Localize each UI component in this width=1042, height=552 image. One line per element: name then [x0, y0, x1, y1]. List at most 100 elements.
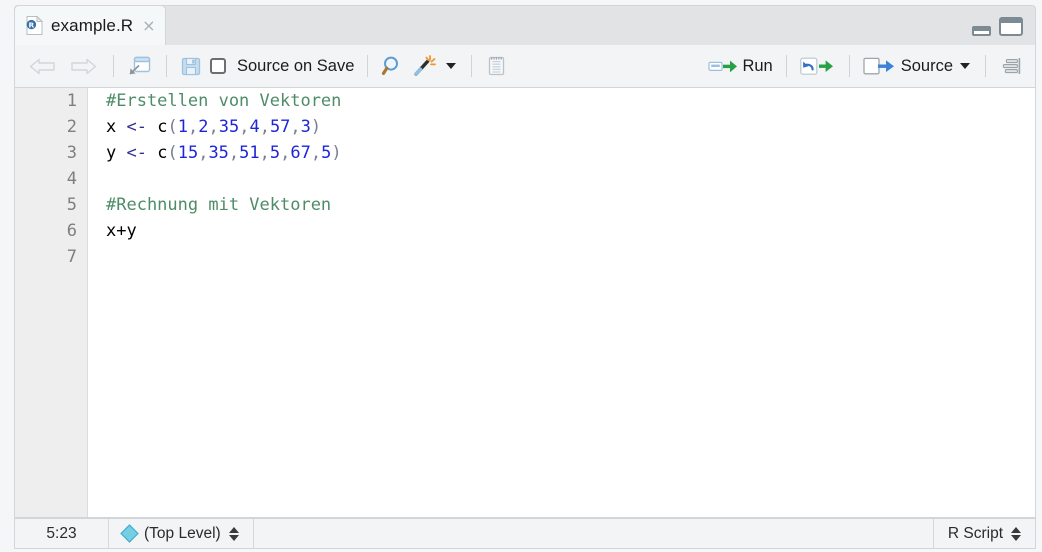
code-line[interactable]: y <- c(15,35,51,5,67,5) — [106, 140, 1035, 166]
toolbar-separator — [471, 55, 473, 77]
up-down-stepper-icon[interactable] — [228, 526, 239, 541]
svg-text:R: R — [29, 21, 35, 30]
source-on-save-label: Source on Save — [237, 56, 355, 75]
code-token-punct: , — [280, 143, 291, 163]
minimize-pane-icon[interactable] — [972, 26, 991, 36]
code-token-num: 15 — [177, 143, 199, 163]
r-script-file-icon: R — [26, 15, 44, 35]
code-token-num: 35 — [208, 143, 229, 163]
run-label: Run — [742, 56, 773, 75]
code-token-punct: , — [259, 117, 270, 137]
editor-tab-bar: R example.R × — [14, 5, 1036, 46]
code-token-num: 2 — [198, 117, 209, 137]
scope-diamond-icon — [120, 524, 139, 543]
rerun-button[interactable] — [796, 53, 840, 79]
document-type-selector[interactable]: R Script — [932, 519, 1035, 548]
code-token-comment: #Rechnung mit Vektoren — [106, 195, 332, 215]
line-number-gutter: 1 2 3 4 5 6 7 — [15, 88, 88, 517]
code-token-num: 35 — [218, 117, 240, 137]
code-token-num: 3 — [300, 117, 311, 137]
back-arrow-icon[interactable] — [24, 54, 62, 79]
code-token-num: 4 — [249, 117, 260, 137]
code-line[interactable]: #Rechnung mit Vektoren — [106, 192, 1035, 218]
toolbar-separator — [166, 55, 167, 77]
code-token-op: <- — [126, 143, 158, 163]
magic-wand-icon[interactable] — [409, 52, 462, 80]
toolbar-right-group: Run Source — [704, 52, 1035, 80]
maximize-pane-icon[interactable] — [999, 17, 1023, 36]
editor-toolbar: Source on Save Run Source — [14, 45, 1036, 88]
magnifier-icon[interactable] — [377, 52, 409, 80]
forward-arrow-icon[interactable] — [64, 54, 102, 79]
save-icon[interactable] — [176, 52, 206, 80]
code-token-num: 5 — [321, 143, 332, 163]
toolbar-separator — [985, 55, 986, 77]
line-number: 7 — [66, 247, 77, 267]
close-icon[interactable]: × — [142, 17, 155, 34]
code-token-punct: , — [198, 143, 209, 163]
toolbar-left-group: Source on Save — [15, 52, 511, 80]
code-token-ident: x — [106, 117, 127, 137]
code-token-punct: , — [208, 117, 219, 137]
code-token-punct: , — [228, 143, 240, 163]
source-label: Source — [900, 56, 953, 75]
toolbar-separator — [785, 55, 787, 77]
chevron-down-icon[interactable] — [960, 63, 970, 69]
code-token-op: <- — [126, 117, 158, 137]
line-number: 1 — [66, 91, 77, 111]
code-token-ident: y — [106, 143, 127, 163]
chevron-down-icon[interactable] — [446, 63, 457, 69]
code-token-punct: , — [239, 117, 250, 137]
show-in-new-window-icon[interactable] — [123, 52, 157, 80]
code-token-num: 5 — [269, 143, 281, 163]
rstudio-source-pane: R example.R × Source on Save Run Source … — [0, 0, 1042, 552]
document-outline-icon[interactable] — [995, 52, 1027, 80]
code-line[interactable]: #Erstellen von Vektoren — [106, 88, 1035, 114]
code-token-comment: #Erstellen von Vektoren — [106, 91, 342, 111]
scope-selector[interactable]: (Top Level) — [109, 519, 254, 548]
toolbar-separator — [113, 55, 114, 77]
line-number: 5 — [66, 195, 77, 215]
editor-status-bar: 5:23 (Top Level) R Script — [14, 518, 1036, 549]
source-on-save-checkbox[interactable]: Source on Save — [206, 54, 358, 79]
code-token-num: 1 — [177, 117, 188, 137]
code-token-ident: c — [157, 117, 168, 137]
code-editor[interactable]: 1234567 #Erstellen von Vektoren x <- c(1,… — [14, 88, 1036, 518]
code-token-ident: c — [157, 143, 168, 163]
code-token-punct: ( — [167, 143, 178, 163]
run-button[interactable]: Run — [704, 53, 776, 79]
code-token-punct: ( — [167, 117, 178, 137]
code-token-num: 57 — [269, 117, 291, 137]
toolbar-separator — [367, 55, 369, 77]
line-number: 4 — [66, 169, 77, 189]
code-token-punct: , — [187, 117, 199, 137]
code-token-punct: , — [259, 143, 270, 163]
editor-tab-example-r[interactable]: R example.R × — [14, 5, 166, 46]
notebook-icon[interactable] — [481, 52, 511, 80]
code-token-ident: x+y — [106, 221, 137, 241]
code-line[interactable]: x <- c(1,2,35,4,57,3) — [106, 114, 1035, 140]
source-button[interactable]: Source — [859, 53, 976, 79]
editor-tab-label: example.R — [51, 15, 134, 35]
document-type-label: R Script — [947, 524, 1003, 542]
cursor-position: 5:23 — [15, 519, 109, 548]
code-line[interactable] — [106, 244, 1035, 270]
line-number: 3 — [66, 143, 77, 163]
code-token-punct: , — [290, 117, 301, 137]
code-line[interactable]: x+y — [106, 218, 1035, 244]
scope-label: (Top Level) — [144, 524, 221, 542]
code-token-num: 51 — [239, 143, 260, 163]
code-token-num: 67 — [290, 143, 311, 163]
code-token-punct: ) — [310, 117, 322, 137]
toolbar-separator — [848, 55, 850, 77]
up-down-stepper-icon[interactable] — [1011, 526, 1021, 541]
code-token-punct: , — [310, 143, 322, 163]
checkbox-box — [210, 58, 226, 74]
code-line[interactable] — [106, 166, 1035, 192]
cursor-position-label: 5:23 — [46, 524, 77, 542]
code-area[interactable]: #Erstellen von Vektoren x <- c(1,2,35,4,5… — [89, 88, 1035, 517]
line-number: 6 — [66, 221, 77, 241]
line-number: 2 — [66, 117, 77, 137]
code-token-punct: ) — [331, 143, 342, 163]
pane-window-buttons — [972, 17, 1023, 36]
